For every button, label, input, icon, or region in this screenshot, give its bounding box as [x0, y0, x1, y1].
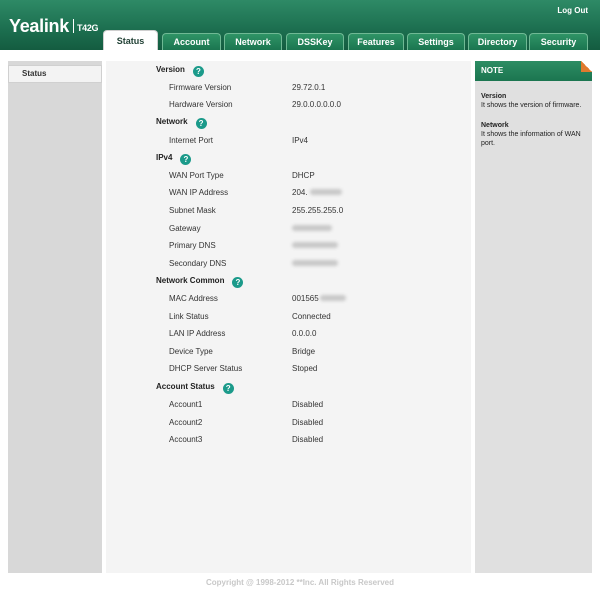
- tab-security[interactable]: Security: [529, 33, 588, 50]
- row-label: Device Type: [169, 347, 213, 356]
- row-value: Disabled: [292, 435, 324, 444]
- tab-status[interactable]: Status: [103, 30, 158, 50]
- tab-network[interactable]: Network: [224, 33, 282, 50]
- section-title: IPv4: [156, 153, 173, 162]
- tab-settings[interactable]: Settings: [407, 33, 465, 50]
- row-label: WAN Port Type: [169, 171, 224, 180]
- note-item-title: Version: [481, 93, 507, 100]
- copyright-footer: Copyright @ 1998-2012 **Inc. All Rights …: [205, 578, 394, 587]
- row-value: 0.0.0.0: [292, 329, 317, 338]
- tab-directory[interactable]: Directory: [468, 33, 527, 50]
- row-label: Account1: [169, 400, 203, 409]
- row-value: Disabled: [292, 400, 324, 409]
- section-version: Version?: [156, 65, 204, 77]
- row-value: 255.255.255.0: [292, 206, 344, 215]
- row-value: 29.0.0.0.0.0.0: [292, 100, 341, 109]
- row-label: Hardware Version: [169, 100, 233, 109]
- note-item-text: It shows the information of WAN port.: [481, 131, 581, 147]
- note-item-title: Network: [481, 122, 509, 129]
- note-item-text: It shows the version of firmware.: [481, 102, 582, 109]
- row-value: IPv4: [292, 136, 309, 145]
- note-item-network: Network It shows the information of WAN …: [481, 121, 589, 148]
- row-label: WAN IP Address: [169, 188, 229, 197]
- tab-features[interactable]: Features: [348, 33, 404, 50]
- row-value: [292, 241, 338, 250]
- tab-account[interactable]: Account: [162, 33, 221, 50]
- section-network: Network?: [156, 117, 207, 129]
- row-label: LAN IP Address: [169, 329, 226, 338]
- redacted-value: [292, 242, 338, 248]
- section-ipv4: IPv4?: [156, 153, 192, 165]
- row-label: Subnet Mask: [169, 206, 216, 215]
- logout-link[interactable]: Log Out: [557, 6, 588, 15]
- help-icon[interactable]: ?: [232, 277, 244, 288]
- section-title: Version: [156, 65, 185, 74]
- row-label: MAC Address: [169, 294, 218, 303]
- row-value: Connected: [292, 312, 331, 321]
- row-label: Firmware Version: [169, 83, 232, 92]
- row-value: [292, 224, 332, 233]
- row-label: Account3: [169, 435, 203, 444]
- sidebar: [8, 61, 102, 573]
- row-value: Disabled: [292, 418, 324, 427]
- row-value: 29.72.0.1: [292, 83, 326, 92]
- row-label: Account2: [169, 418, 203, 427]
- section-title: Network: [156, 117, 188, 126]
- row-value: DHCP: [292, 171, 315, 180]
- redacted-value: [292, 225, 332, 231]
- row-value: 001565: [292, 294, 346, 303]
- help-icon[interactable]: ?: [195, 118, 207, 129]
- tab-dsskey[interactable]: DSSKey: [286, 33, 344, 50]
- value-text: 001565: [292, 294, 319, 303]
- value-text: 204.: [292, 188, 308, 197]
- main-tabs: Status Account Network DSSKey Features S…: [0, 30, 600, 50]
- row-label: Internet Port: [169, 136, 214, 145]
- row-value: [292, 259, 338, 268]
- help-icon[interactable]: ?: [180, 154, 192, 165]
- redacted-value: [292, 260, 338, 266]
- sidebar-item-status[interactable]: Status: [8, 65, 102, 83]
- section-title: Network Common: [156, 276, 225, 285]
- redacted-value: [309, 189, 342, 195]
- row-label: Primary DNS: [169, 241, 216, 250]
- row-label: Gateway: [169, 224, 201, 233]
- redacted-value: [319, 295, 346, 301]
- row-label: Link Status: [169, 312, 209, 321]
- row-value: Stoped: [292, 364, 318, 373]
- page-fold-icon: [581, 61, 592, 72]
- logo-divider: [72, 19, 74, 33]
- row-label: DHCP Server Status: [169, 364, 243, 373]
- row-label: Secondary DNS: [169, 259, 227, 268]
- main-panel: [106, 61, 471, 573]
- help-icon[interactable]: ?: [192, 66, 204, 77]
- section-network-common: Network Common?: [156, 276, 244, 288]
- section-account-status: Account Status?: [156, 382, 234, 394]
- section-title: Account Status: [156, 382, 215, 391]
- help-icon[interactable]: ?: [222, 383, 234, 394]
- note-title: NOTE: [475, 61, 592, 81]
- note-item-version: Version It shows the version of firmware…: [481, 92, 589, 110]
- row-value: 204.: [292, 188, 342, 197]
- row-value: Bridge: [292, 347, 316, 356]
